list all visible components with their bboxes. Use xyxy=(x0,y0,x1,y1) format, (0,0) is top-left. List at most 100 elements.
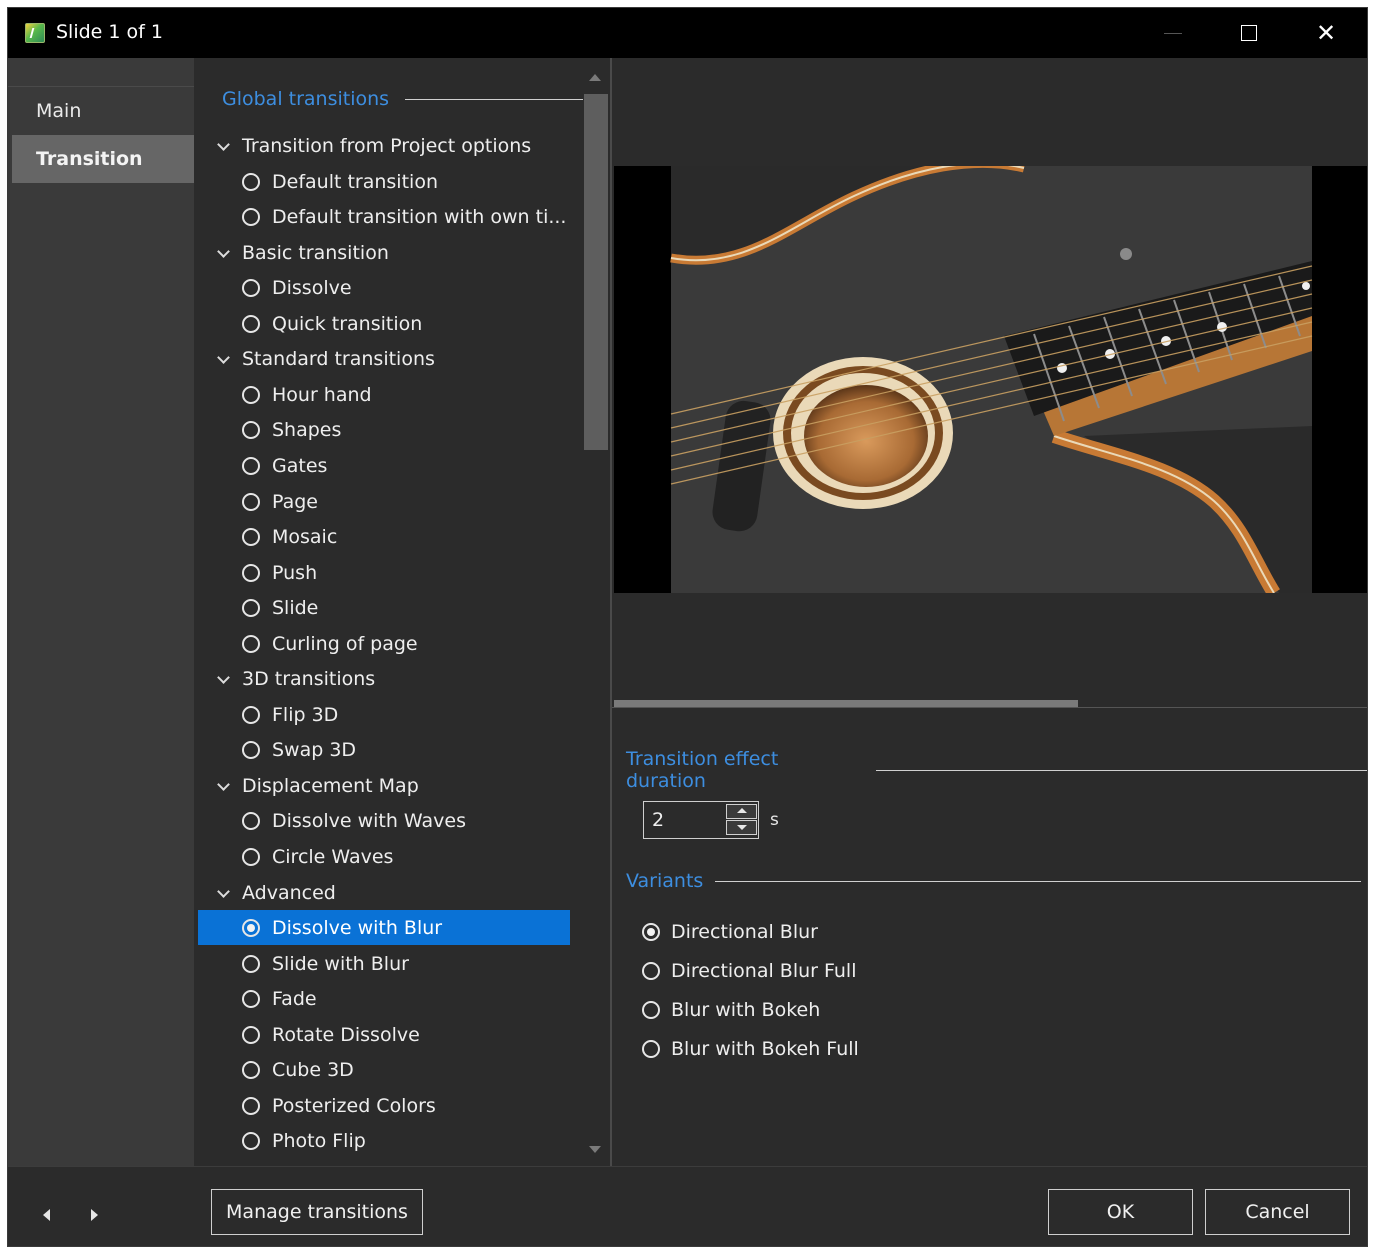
variant-option[interactable]: Directional Blur Full xyxy=(642,960,857,982)
tree-item-row[interactable]: Hour hand xyxy=(198,377,570,412)
variant-option[interactable]: Blur with Bokeh xyxy=(642,999,820,1021)
tree-item-row[interactable]: Quick transition xyxy=(198,306,570,341)
chevron-down-icon[interactable] xyxy=(218,781,228,791)
radio-button[interactable] xyxy=(242,918,260,937)
maximize-button[interactable] xyxy=(1211,8,1287,58)
manage-transitions-button[interactable]: Manage transitions xyxy=(211,1189,423,1235)
tree-group-row[interactable]: Displacement Map xyxy=(198,768,570,803)
tree-item-row[interactable]: Rotate Dissolve xyxy=(198,1017,570,1052)
tree-item-row[interactable]: Cube 3D xyxy=(198,1052,570,1087)
tree-item-row[interactable]: Flip 3D xyxy=(198,697,570,732)
radio-button[interactable] xyxy=(242,492,260,511)
sidebar-item-main[interactable]: Main xyxy=(12,87,194,135)
chevron-down-icon[interactable] xyxy=(218,888,228,898)
radio-button[interactable] xyxy=(642,1001,660,1019)
tree-scrollbar[interactable] xyxy=(583,68,608,1163)
duration-value[interactable]: 2 xyxy=(652,809,664,831)
tree-item-row[interactable]: Push xyxy=(198,555,570,590)
tree-group-row[interactable]: Transition from Project options xyxy=(198,128,570,163)
radio-button[interactable] xyxy=(242,563,260,582)
radio-button[interactable] xyxy=(242,314,260,333)
spin-up-button[interactable] xyxy=(726,804,757,819)
tree-row-label: Photo Flip xyxy=(272,1129,366,1152)
radio-button[interactable] xyxy=(242,954,260,973)
tree-row-label: Page xyxy=(272,490,318,513)
previous-slide-icon[interactable] xyxy=(43,1209,50,1221)
sidebar-item-transition[interactable]: Transition xyxy=(12,135,194,183)
radio-button[interactable] xyxy=(642,1040,660,1058)
tree-item-row[interactable]: Default transition with own ti... xyxy=(198,199,570,234)
radio-button[interactable] xyxy=(242,456,260,475)
preview-scrollbar[interactable] xyxy=(614,700,1078,707)
close-button[interactable]: ✕ xyxy=(1288,8,1364,58)
tree-item-row[interactable]: Default transition xyxy=(198,164,570,199)
radio-button[interactable] xyxy=(242,207,260,226)
chevron-down-icon[interactable] xyxy=(218,141,228,151)
tree-item-row[interactable]: Mosaic xyxy=(198,519,570,554)
radio-button[interactable] xyxy=(242,989,260,1008)
radio-button[interactable] xyxy=(642,962,660,980)
radio-button[interactable] xyxy=(242,847,260,866)
variant-option[interactable]: Directional Blur xyxy=(642,921,818,943)
variants-header: Variants xyxy=(626,870,1362,892)
radio-button[interactable] xyxy=(242,705,260,724)
radio-button[interactable] xyxy=(642,923,660,941)
tree-item-row[interactable]: Dissolve with Waves xyxy=(198,803,570,838)
section-divider xyxy=(876,769,1367,771)
tree-row-label: Posterized Colors xyxy=(272,1094,436,1117)
tree-group-row[interactable]: 3D transitions xyxy=(198,661,570,696)
radio-button[interactable] xyxy=(242,1060,260,1079)
tree-item-row[interactable]: Swap 3D xyxy=(198,732,570,767)
radio-button[interactable] xyxy=(242,811,260,830)
tree-item-row[interactable]: Dissolve xyxy=(198,270,570,305)
tree-item-row[interactable]: Curling of page xyxy=(198,626,570,661)
tree-item-row[interactable]: Photo Flip xyxy=(198,1123,570,1158)
chevron-down-icon[interactable] xyxy=(218,354,228,364)
tree-row-label: Push xyxy=(272,561,318,584)
radio-button[interactable] xyxy=(242,385,260,404)
radio-button[interactable] xyxy=(242,172,260,191)
tree-row-label: Dissolve with Blur xyxy=(272,916,443,939)
tree-row-label: Displacement Map xyxy=(242,774,419,797)
scroll-down-icon[interactable] xyxy=(589,1146,601,1153)
tree-item-row[interactable]: Gates xyxy=(198,448,570,483)
radio-button[interactable] xyxy=(242,527,260,546)
tree-item-row[interactable]: Circle Waves xyxy=(198,839,570,874)
radio-button[interactable] xyxy=(242,634,260,653)
duration-spinbox[interactable]: 2 xyxy=(643,801,759,839)
tree-group-row[interactable]: Basic transition xyxy=(198,235,570,270)
cancel-button[interactable]: Cancel xyxy=(1205,1189,1350,1235)
minimize-button[interactable] xyxy=(1135,8,1211,58)
tree-group-row[interactable]: Advanced xyxy=(198,875,570,910)
scrollbar-thumb[interactable] xyxy=(584,94,608,450)
tree-item-row[interactable]: Dissolve with Blur xyxy=(198,910,570,945)
tree-item-row[interactable]: Posterized Colors xyxy=(198,1088,570,1123)
radio-button[interactable] xyxy=(242,1131,260,1150)
radio-button[interactable] xyxy=(242,278,260,297)
tree-row-label: Circle Waves xyxy=(272,845,394,868)
tree-item-row[interactable]: Shapes xyxy=(198,412,570,447)
radio-button[interactable] xyxy=(242,598,260,617)
scroll-up-icon[interactable] xyxy=(589,74,601,81)
tree-row-label: Basic transition xyxy=(242,241,389,264)
tree-item-row[interactable]: Slide xyxy=(198,590,570,625)
chevron-down-icon[interactable] xyxy=(218,248,228,258)
tree-row-label: Cube 3D xyxy=(272,1058,354,1081)
chevron-down-icon[interactable] xyxy=(218,674,228,684)
tree-item-row[interactable]: Slide with Blur xyxy=(198,946,570,981)
next-slide-icon[interactable] xyxy=(91,1209,98,1221)
tree-group-row[interactable]: Standard transitions xyxy=(198,341,570,376)
spin-down-button[interactable] xyxy=(726,820,757,835)
variant-option[interactable]: Blur with Bokeh Full xyxy=(642,1038,859,1060)
radio-button[interactable] xyxy=(242,740,260,759)
radio-button[interactable] xyxy=(242,420,260,439)
duration-title: Transition effect duration xyxy=(626,748,779,792)
radio-button[interactable] xyxy=(242,1096,260,1115)
close-icon: ✕ xyxy=(1315,19,1337,47)
tree-item-row[interactable]: Fade xyxy=(198,981,570,1016)
tree-item-row[interactable]: Page xyxy=(198,484,570,519)
ok-button[interactable]: OK xyxy=(1048,1189,1193,1235)
title-bar[interactable]: Slide 1 of 1 ✕ xyxy=(8,8,1367,58)
radio-button[interactable] xyxy=(242,1025,260,1044)
variants-title: Variants xyxy=(626,870,704,892)
